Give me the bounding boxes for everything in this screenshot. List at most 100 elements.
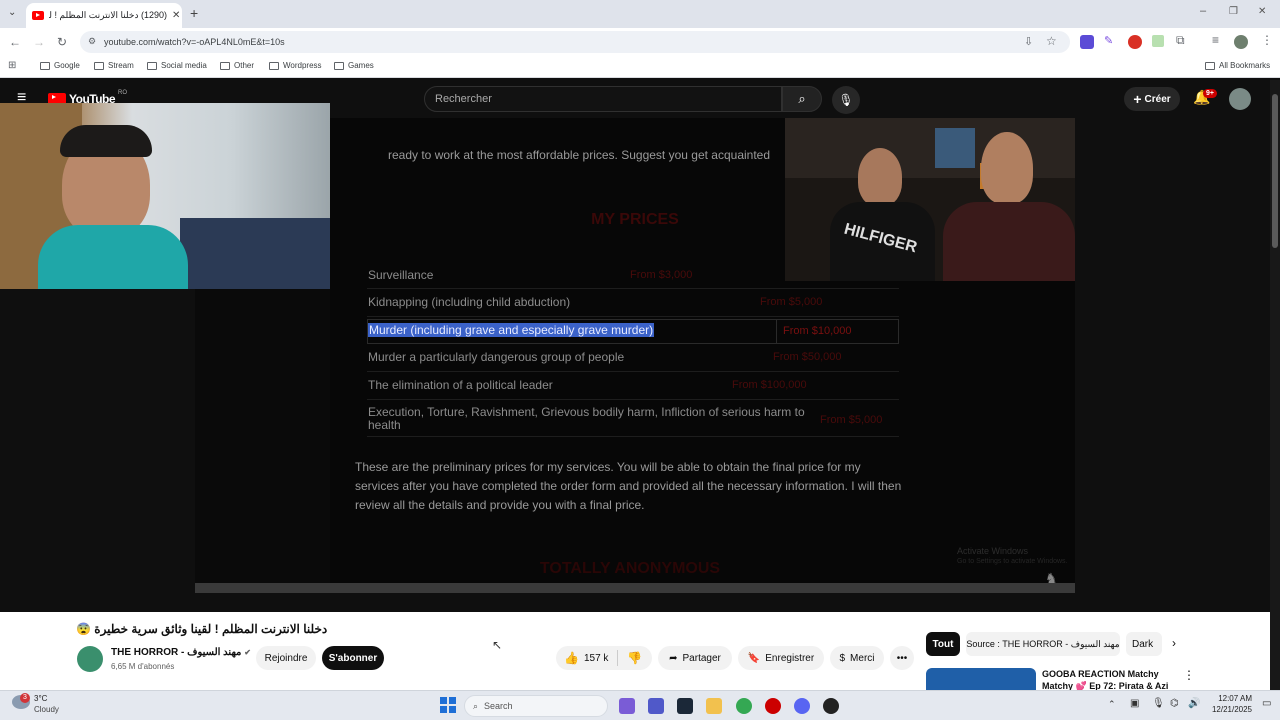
extension-icon[interactable]	[1080, 35, 1094, 49]
recommended-title[interactable]: GOOBA REACTION Matchy Matchy 💕 Ep 72: Pi…	[1042, 668, 1172, 692]
chips-next-icon[interactable]: ›	[1172, 636, 1176, 650]
share-button[interactable]: ➦ Partager	[658, 646, 732, 670]
new-tab-button[interactable]: +	[190, 5, 198, 21]
price-value: From $3,000	[630, 269, 693, 281]
price-row: Murder a particularly dangerous group of…	[367, 346, 899, 372]
video-info-section: دخلنا الانترنت المظلم ! لقينا وثائق سرية…	[0, 612, 1280, 692]
extensions-puzzle-icon[interactable]: ⧉	[1176, 33, 1185, 48]
search-button[interactable]: ⌕	[782, 86, 822, 112]
streamer2-body-image	[943, 202, 1075, 281]
start-button[interactable]	[440, 697, 456, 713]
dislike-icon[interactable]: 👎	[627, 651, 642, 665]
steam-icon[interactable]	[677, 698, 693, 714]
all-bookmarks[interactable]: All Bookmarks	[1205, 61, 1270, 70]
back-icon[interactable]: ←	[9, 35, 21, 49]
browser-menu-icon[interactable]: ⋮	[1261, 33, 1273, 47]
window-close-icon[interactable]: ✕	[1258, 6, 1266, 17]
save-button[interactable]: 🔖 Enregistrer	[738, 646, 824, 670]
search-input[interactable]: Rechercher	[424, 86, 782, 112]
channel-name[interactable]: THE HORROR - مهند السيوف ✔	[111, 647, 251, 658]
account-avatar[interactable]	[1229, 88, 1251, 110]
youtube-favicon-icon	[32, 11, 44, 20]
channel-avatar[interactable]	[77, 646, 103, 672]
intro-line: ready to work at the most affordable pri…	[388, 148, 771, 162]
teams-icon[interactable]	[648, 698, 664, 714]
chip-dark[interactable]: Dark	[1126, 632, 1162, 656]
sheet-extension-icon[interactable]	[1152, 35, 1164, 47]
taskbar-search[interactable]: ⌕ Search	[464, 695, 608, 717]
chrome-icon[interactable]	[736, 698, 752, 714]
bookmark-other[interactable]: Other	[220, 61, 254, 70]
create-button[interactable]: + Créer	[1124, 87, 1180, 111]
bookmark-social-media[interactable]: Social media	[147, 61, 207, 70]
streamer2-head-image	[981, 132, 1033, 204]
microphone-tray-icon[interactable]: 🎙	[1152, 698, 1165, 709]
bookmark-star-icon[interactable]: ☆	[1046, 34, 1057, 48]
bookmark-google[interactable]: Google	[40, 61, 80, 70]
chip-all[interactable]: Tout	[926, 632, 960, 656]
video-title: دخلنا الانترنت المظلم ! لقينا وثائق سرية…	[76, 622, 328, 636]
mouse-cursor-icon: ↖	[492, 638, 503, 652]
minimize-icon[interactable]: –	[1200, 5, 1206, 17]
app-icon[interactable]	[823, 698, 839, 714]
pen-extension-icon[interactable]: ✎	[1104, 34, 1113, 47]
folder-icon	[269, 61, 279, 70]
bookmark-label: Other	[234, 61, 255, 70]
subscribe-button[interactable]: S'abonner	[322, 646, 384, 670]
scrollbar-thumb[interactable]	[1272, 94, 1278, 248]
notifications-badge: 9+	[1203, 89, 1217, 98]
red-extension-icon[interactable]	[1128, 35, 1142, 49]
tray-app-icon[interactable]: ▣	[1130, 698, 1139, 709]
folder-icon	[147, 61, 157, 70]
profile-avatar[interactable]	[1234, 35, 1248, 49]
page-scrollbar[interactable]	[1270, 80, 1280, 690]
bookmark-games[interactable]: Games	[334, 61, 374, 70]
voice-search-button[interactable]: 🎙	[832, 86, 860, 114]
file-explorer-icon[interactable]	[706, 698, 722, 714]
like-dislike-group: 👍 157 k 👎	[556, 646, 652, 670]
recommended-thumbnail[interactable]	[926, 668, 1036, 692]
more-actions-button[interactable]: •••	[890, 646, 914, 670]
reactor-hair-image	[60, 125, 152, 157]
thanks-label: Merci	[850, 652, 875, 664]
bookmark-wordpress[interactable]: Wordpress	[269, 61, 322, 70]
bookmark-label: Games	[348, 61, 374, 70]
player-icon[interactable]: ♞	[1045, 570, 1058, 587]
video-progress-bar[interactable]	[195, 583, 1075, 593]
reload-icon[interactable]: ↻	[57, 35, 67, 49]
create-label: Créer	[1144, 93, 1171, 105]
install-icon[interactable]: ⇩	[1024, 35, 1033, 48]
active-tab[interactable]: (1290) دخلنا الانترنت المظلم ! لقـ ✕	[26, 3, 182, 28]
recommended-menu-icon[interactable]: ⋮	[1183, 668, 1195, 682]
opera-icon[interactable]	[765, 698, 781, 714]
thanks-icon: $	[839, 652, 846, 664]
bookmarks-bar: ⊞ Google Stream Social media Other Wordp…	[0, 56, 1280, 78]
maximize-icon[interactable]: ❐	[1229, 6, 1238, 17]
price-row: Kidnapping (including child abduction) F…	[367, 291, 899, 317]
chip-source[interactable]: Source : THE HORROR - مهند السيوف	[966, 632, 1120, 656]
wifi-icon[interactable]: ⌬	[1170, 698, 1179, 709]
tab-close-icon[interactable]: ✕	[172, 10, 180, 21]
price-row-highlighted[interactable]: Murder (including grave and especially g…	[367, 319, 899, 344]
copilot-icon[interactable]	[619, 698, 635, 714]
thanks-button[interactable]: $ Merci	[830, 646, 884, 670]
notification-center-icon[interactable]: ▭	[1262, 698, 1271, 709]
like-icon[interactable]: 👍	[564, 651, 579, 665]
discord-icon[interactable]	[794, 698, 810, 714]
like-count[interactable]: 157 k	[584, 653, 608, 664]
clock-date[interactable]: 12/21/2025	[1206, 705, 1252, 714]
forward-icon[interactable]: →	[33, 35, 45, 49]
omnibox[interactable]: ⚙ youtube.com/watch?v=-oAPL4NL0mE&t=10s …	[80, 31, 1070, 53]
tray-chevron-icon[interactable]: ⌃	[1108, 699, 1116, 710]
bookmark-stream[interactable]: Stream	[94, 61, 134, 70]
site-info-icon[interactable]: ⚙	[88, 36, 96, 47]
url-text: youtube.com/watch?v=-oAPL4NL0mE&t=10s	[104, 37, 285, 47]
tab-title: (1290) دخلنا الانترنت المظلم ! لقـ	[49, 10, 167, 20]
tab-search-icon[interactable]: ⌄	[8, 7, 16, 18]
clock-time[interactable]: 12:07 AM	[1206, 694, 1252, 703]
join-button[interactable]: Rejoindre	[256, 646, 316, 670]
reading-list-icon[interactable]: ≡	[1212, 33, 1219, 47]
apps-grid-icon[interactable]: ⊞	[8, 60, 16, 71]
volume-icon[interactable]: 🔊	[1188, 698, 1200, 709]
price-value: From $50,000	[773, 351, 842, 363]
